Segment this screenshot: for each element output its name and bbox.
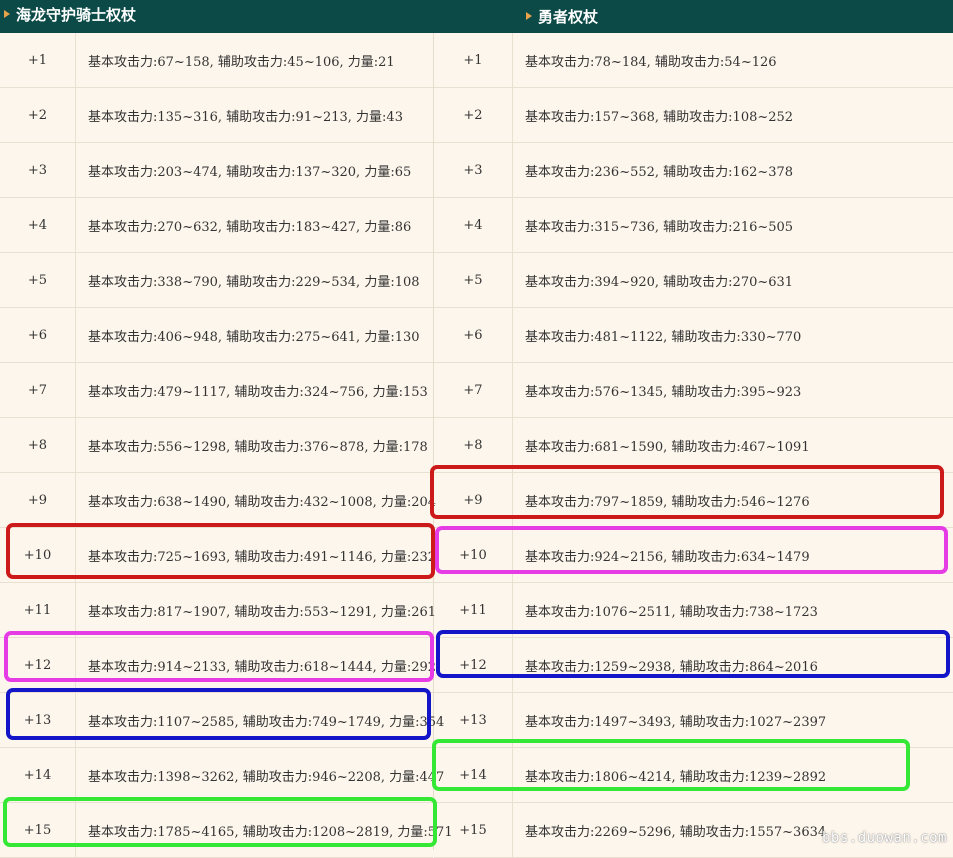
stats-cell: 基本攻击力:1497~3493, 辅助攻击力:1027~2397 <box>525 714 827 730</box>
table-row: +12 基本攻击力:914~2133, 辅助攻击力:618~1444, 力量:29… <box>0 638 437 693</box>
stats-cell: 基本攻击力:1398~3262, 辅助攻击力:946~2208, 力量:447 <box>88 769 445 785</box>
enhance-level-cell: +15 <box>434 803 513 857</box>
table-row: +4 基本攻击力:270~632, 辅助攻击力:183~427, 力量:86 <box>0 198 433 253</box>
stats-cell: 基本攻击力:394~920, 辅助攻击力:270~631 <box>525 274 794 290</box>
table-row: +6 基本攻击力:481~1122, 辅助攻击力:330~770 <box>434 308 953 363</box>
table-row: +4 基本攻击力:315~736, 辅助攻击力:216~505 <box>434 198 953 253</box>
table-row: +1 基本攻击力:67~158, 辅助攻击力:45~106, 力量:21 <box>0 33 433 88</box>
enhance-level-cell: +5 <box>434 253 513 307</box>
enhance-level-cell: +7 <box>0 363 76 417</box>
stats-cell: 基本攻击力:1785~4165, 辅助攻击力:1208~2819, 力量:571 <box>88 824 453 840</box>
table-row: +13 基本攻击力:1497~3493, 辅助攻击力:1027~2397 <box>434 693 953 748</box>
right-table-title: 勇者权杖 <box>526 8 598 26</box>
right-table-title-text: 勇者权杖 <box>538 8 599 26</box>
table-row: +3 基本攻击力:236~552, 辅助攻击力:162~378 <box>434 143 953 198</box>
table-row: +10 基本攻击力:924~2156, 辅助攻击力:634~1479 <box>434 528 953 583</box>
table-row: +6 基本攻击力:406~948, 辅助攻击力:275~641, 力量:130 <box>0 308 433 363</box>
table-row: +13 基本攻击力:1107~2585, 辅助攻击力:749~1749, 力量:3… <box>0 693 444 748</box>
stats-cell: 基本攻击力:914~2133, 辅助攻击力:618~1444, 力量:292 <box>88 659 437 675</box>
table-row: +7 基本攻击力:479~1117, 辅助攻击力:324~756, 力量:153 <box>0 363 433 418</box>
triangle-right-icon <box>526 12 532 20</box>
stats-cell: 基本攻击力:157~368, 辅助攻击力:108~252 <box>525 109 794 125</box>
stats-cell: 基本攻击力:203~474, 辅助攻击力:137~320, 力量:65 <box>88 164 412 180</box>
table-row: +7 基本攻击力:576~1345, 辅助攻击力:395~923 <box>434 363 953 418</box>
enhance-level-cell: +12 <box>434 638 513 692</box>
enhance-level-cell: +12 <box>0 638 76 692</box>
table-row: +2 基本攻击力:135~316, 辅助攻击力:91~213, 力量:43 <box>0 88 433 143</box>
left-stats-table: +1 基本攻击力:67~158, 辅助攻击力:45~106, 力量:21 +2 基本攻… <box>0 33 453 858</box>
stats-cell: 基本攻击力:638~1490, 辅助攻击力:432~1008, 力量:204 <box>88 494 437 510</box>
page: 海龙守护骑士权杖 勇者权杖 +1 基本攻击力:67~158, 辅助攻击力:45~1… <box>0 0 953 858</box>
left-table-title: 海龙守护骑士权杖 <box>4 6 136 24</box>
enhance-level-cell: +3 <box>0 143 76 197</box>
table-row: +9 基本攻击力:638~1490, 辅助攻击力:432~1008, 力量:204 <box>0 473 437 528</box>
enhance-level-cell: +13 <box>434 693 513 747</box>
table-row: +14 基本攻击力:1398~3262, 辅助攻击力:946~2208, 力量:4… <box>0 748 444 803</box>
enhance-level-cell: +7 <box>434 363 513 417</box>
stats-cell: 基本攻击力:725~1693, 辅助攻击力:491~1146, 力量:232 <box>88 549 437 565</box>
enhance-level-cell: +2 <box>434 88 513 142</box>
table-row: +5 基本攻击力:394~920, 辅助攻击力:270~631 <box>434 253 953 308</box>
enhance-level-cell: +2 <box>0 88 76 142</box>
enhance-level-cell: +15 <box>0 803 76 857</box>
stats-cell: 基本攻击力:67~158, 辅助攻击力:45~106, 力量:21 <box>88 54 395 70</box>
table-row: +3 基本攻击力:203~474, 辅助攻击力:137~320, 力量:65 <box>0 143 433 198</box>
table-row: +14 基本攻击力:1806~4214, 辅助攻击力:1239~2892 <box>434 748 953 803</box>
table-row: +9 基本攻击力:797~1859, 辅助攻击力:546~1276 <box>434 473 953 528</box>
stats-cell: 基本攻击力:406~948, 辅助攻击力:275~641, 力量:130 <box>88 329 420 345</box>
stats-cell: 基本攻击力:481~1122, 辅助攻击力:330~770 <box>525 329 802 345</box>
table-row: +5 基本攻击力:338~790, 辅助攻击力:229~534, 力量:108 <box>0 253 433 308</box>
table-header-bar: 海龙守护骑士权杖 勇者权杖 <box>0 0 953 33</box>
triangle-right-icon <box>4 10 10 18</box>
enhance-level-cell: +5 <box>0 253 76 307</box>
stats-cell: 基本攻击力:1107~2585, 辅助攻击力:749~1749, 力量:354 <box>88 714 445 730</box>
enhance-level-cell: +14 <box>0 748 76 802</box>
enhance-level-cell: +10 <box>434 528 513 582</box>
enhance-level-cell: +9 <box>0 473 76 527</box>
enhance-level-cell: +11 <box>0 583 76 637</box>
stats-cell: 基本攻击力:576~1345, 辅助攻击力:395~923 <box>525 384 802 400</box>
stats-cell: 基本攻击力:78~184, 辅助攻击力:54~126 <box>525 54 777 70</box>
stats-cell: 基本攻击力:1259~2938, 辅助攻击力:864~2016 <box>525 659 818 675</box>
stats-cell: 基本攻击力:135~316, 辅助攻击力:91~213, 力量:43 <box>88 109 403 125</box>
stats-cell: 基本攻击力:1806~4214, 辅助攻击力:1239~2892 <box>525 769 827 785</box>
enhance-level-cell: +6 <box>434 308 513 362</box>
stats-cell: 基本攻击力:270~632, 辅助攻击力:183~427, 力量:86 <box>88 219 412 235</box>
enhance-level-cell: +1 <box>0 33 76 87</box>
right-stats-table: +1 基本攻击力:78~184, 辅助攻击力:54~126 +2 基本攻击力:157~… <box>434 33 953 858</box>
enhance-level-cell: +13 <box>0 693 76 747</box>
enhance-level-cell: +4 <box>434 198 513 252</box>
stats-cell: 基本攻击力:681~1590, 辅助攻击力:467~1091 <box>525 439 810 455</box>
stats-cell: 基本攻击力:338~790, 辅助攻击力:229~534, 力量:108 <box>88 274 420 290</box>
enhance-level-cell: +11 <box>434 583 513 637</box>
enhance-level-cell: +1 <box>434 33 513 87</box>
stats-cell: 基本攻击力:556~1298, 辅助攻击力:376~878, 力量:178 <box>88 439 428 455</box>
table-row: +10 基本攻击力:725~1693, 辅助攻击力:491~1146, 力量:23… <box>0 528 437 583</box>
left-table-title-text: 海龙守护骑士权杖 <box>16 6 137 24</box>
table-row: +11 基本攻击力:817~1907, 辅助攻击力:553~1291, 力量:26… <box>0 583 437 638</box>
table-row: +8 基本攻击力:681~1590, 辅助攻击力:467~1091 <box>434 418 953 473</box>
table-row: +2 基本攻击力:157~368, 辅助攻击力:108~252 <box>434 88 953 143</box>
enhance-level-cell: +3 <box>434 143 513 197</box>
enhance-level-cell: +9 <box>434 473 513 527</box>
stats-cell: 基本攻击力:236~552, 辅助攻击力:162~378 <box>525 164 794 180</box>
table-row: +12 基本攻击力:1259~2938, 辅助攻击力:864~2016 <box>434 638 953 693</box>
stats-cell: 基本攻击力:1076~2511, 辅助攻击力:738~1723 <box>525 604 818 620</box>
stats-cell: 基本攻击力:817~1907, 辅助攻击力:553~1291, 力量:261 <box>88 604 437 620</box>
stats-cell: 基本攻击力:924~2156, 辅助攻击力:634~1479 <box>525 549 810 565</box>
enhance-level-cell: +6 <box>0 308 76 362</box>
enhance-level-cell: +8 <box>434 418 513 472</box>
stats-cell: 基本攻击力:797~1859, 辅助攻击力:546~1276 <box>525 494 810 510</box>
stats-cell: 基本攻击力:479~1117, 辅助攻击力:324~756, 力量:153 <box>88 384 428 400</box>
enhance-level-cell: +10 <box>0 528 76 582</box>
table-row: +8 基本攻击力:556~1298, 辅助攻击力:376~878, 力量:178 <box>0 418 433 473</box>
watermark-text: bbs.duowan.com <box>821 830 947 846</box>
stats-cell: 基本攻击力:315~736, 辅助攻击力:216~505 <box>525 219 794 235</box>
enhance-level-cell: +4 <box>0 198 76 252</box>
enhance-level-cell: +14 <box>434 748 513 802</box>
enhance-level-cell: +8 <box>0 418 76 472</box>
table-row: +1 基本攻击力:78~184, 辅助攻击力:54~126 <box>434 33 953 88</box>
table-row: +11 基本攻击力:1076~2511, 辅助攻击力:738~1723 <box>434 583 953 638</box>
stats-cell: 基本攻击力:2269~5296, 辅助攻击力:1557~3634 <box>525 824 827 840</box>
